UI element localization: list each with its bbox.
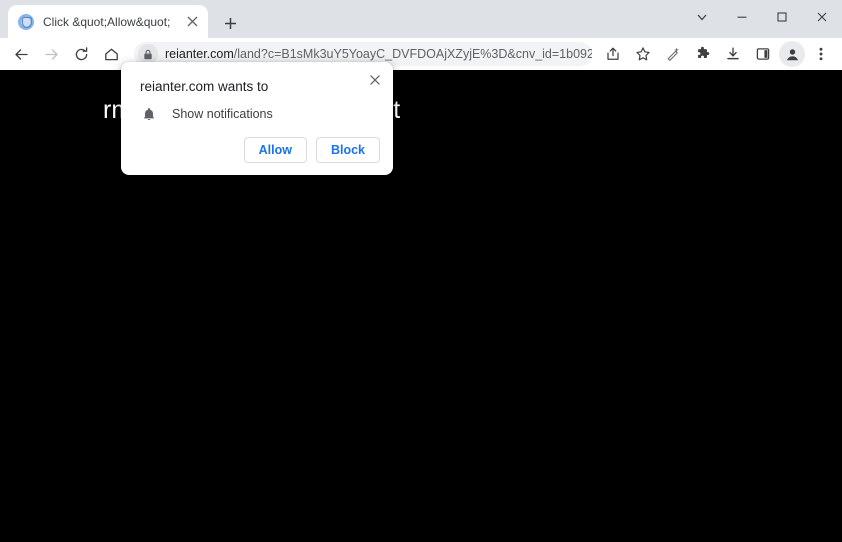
allow-button[interactable]: Allow	[243, 137, 307, 163]
tab-title: Click &quot;Allow&quot;	[43, 14, 171, 29]
globe-favicon	[18, 13, 34, 30]
bookmark-star-icon[interactable]	[629, 40, 657, 68]
reload-button[interactable]	[67, 40, 95, 68]
new-tab-button[interactable]	[217, 10, 243, 36]
dialog-actions: Allow Block	[243, 137, 380, 163]
pen-spark-icon[interactable]	[659, 40, 687, 68]
url-host: reianter.com	[165, 47, 234, 61]
back-button[interactable]	[7, 40, 35, 68]
block-button[interactable]: Block	[315, 137, 380, 163]
address-bar-text: reianter.com/land?c=B1sMk3uY5YoayC_DVFDO…	[165, 47, 592, 61]
lock-icon[interactable]	[138, 44, 158, 64]
profile-avatar-icon[interactable]	[779, 41, 805, 67]
tab-strip: Click &quot;Allow&quot;	[0, 0, 842, 38]
download-icon[interactable]	[719, 40, 747, 68]
side-panel-icon[interactable]	[749, 40, 777, 68]
bell-icon	[140, 105, 158, 123]
dialog-title: reianter.com wants to	[140, 79, 269, 94]
three-dot-menu-icon[interactable]	[807, 40, 835, 68]
permission-label: Show notifications	[172, 107, 273, 121]
close-window-button[interactable]	[802, 0, 842, 33]
forward-button[interactable]	[37, 40, 65, 68]
window-controls	[682, 0, 842, 33]
close-tab-button[interactable]	[182, 12, 202, 32]
minimize-button[interactable]	[722, 0, 762, 33]
browser-window: Click &quot;Allow&quot; reianter.com/lan…	[0, 0, 842, 542]
url-path: /land?c=B1sMk3uY5YoayC_DVFDOAjXZyjE%3D&c…	[233, 47, 592, 61]
share-icon[interactable]	[599, 40, 627, 68]
maximize-button[interactable]	[762, 0, 802, 33]
tab-search-button[interactable]	[682, 0, 722, 33]
home-button[interactable]	[97, 40, 125, 68]
close-dialog-button[interactable]	[364, 69, 386, 91]
extensions-puzzle-icon[interactable]	[689, 40, 717, 68]
notification-permission-dialog: reianter.com wants to Show notifications…	[121, 62, 393, 175]
permission-row: Show notifications	[140, 105, 273, 123]
browser-tab[interactable]: Click &quot;Allow&quot;	[8, 5, 208, 38]
